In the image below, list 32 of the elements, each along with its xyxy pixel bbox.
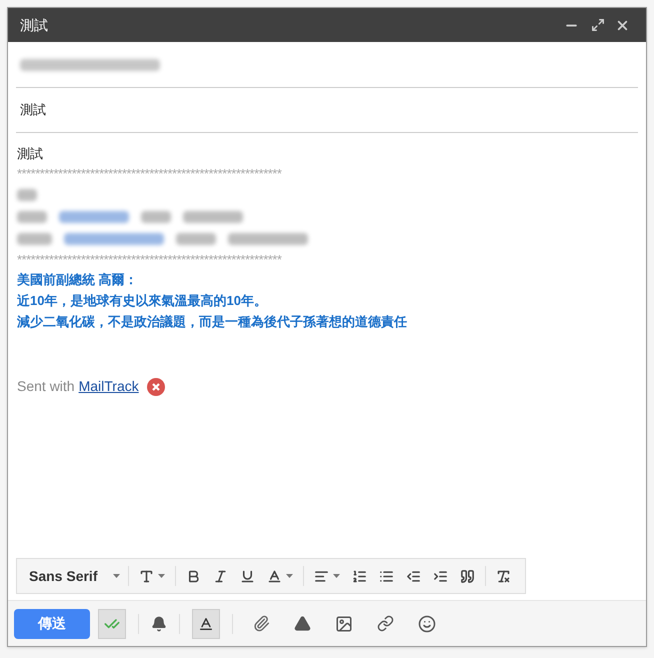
signature-text: Sent with: [17, 377, 75, 396]
font-dropdown[interactable]: Sans Serif: [25, 566, 124, 586]
caret-icon: [158, 574, 166, 578]
caret-icon: [333, 574, 340, 578]
align-icon: [314, 568, 330, 584]
separator-text: **********************************************************: [17, 165, 283, 183]
formatting-button[interactable]: [192, 608, 220, 638]
body-text: 測試: [17, 145, 44, 163]
blurred-text-drawing: [176, 233, 216, 245]
remove-icon[interactable]: [146, 378, 165, 396]
window-title: 測試: [20, 16, 49, 34]
caret-icon: [286, 574, 294, 578]
blurred-text-drawing: [141, 211, 171, 223]
expand-icon[interactable]: [591, 18, 605, 32]
send-button[interactable]: 傳送: [14, 608, 90, 638]
caret-icon: [113, 574, 120, 578]
blurred-text-drawing: [59, 211, 129, 223]
blurred-text-drawing: [17, 211, 47, 223]
tracking-button[interactable]: [98, 608, 126, 638]
bell-icon[interactable]: [151, 616, 167, 632]
text-size-icon: [139, 568, 154, 584]
text-format-icon: [198, 616, 214, 632]
separator-text: **********************************************************: [17, 251, 283, 269]
quote-text: 美國前副總統 高爾：: [17, 271, 139, 289]
blurred-text-drawing: [17, 233, 52, 245]
blurred-text-drawing: [183, 211, 243, 223]
mailtrack-link[interactable]: MailTrack: [78, 376, 139, 397]
subject-field[interactable]: 測試: [16, 88, 638, 133]
text-color-icon: [267, 568, 282, 584]
quote-text: 近10年，是地球有史以來氣溫最高的10年。: [17, 292, 268, 310]
quote-text: 減少二氧化碳，不是政治議題，而是一種為後代子孫著想的道德責任: [17, 313, 408, 331]
blurred-text-drawing: [17, 189, 37, 201]
